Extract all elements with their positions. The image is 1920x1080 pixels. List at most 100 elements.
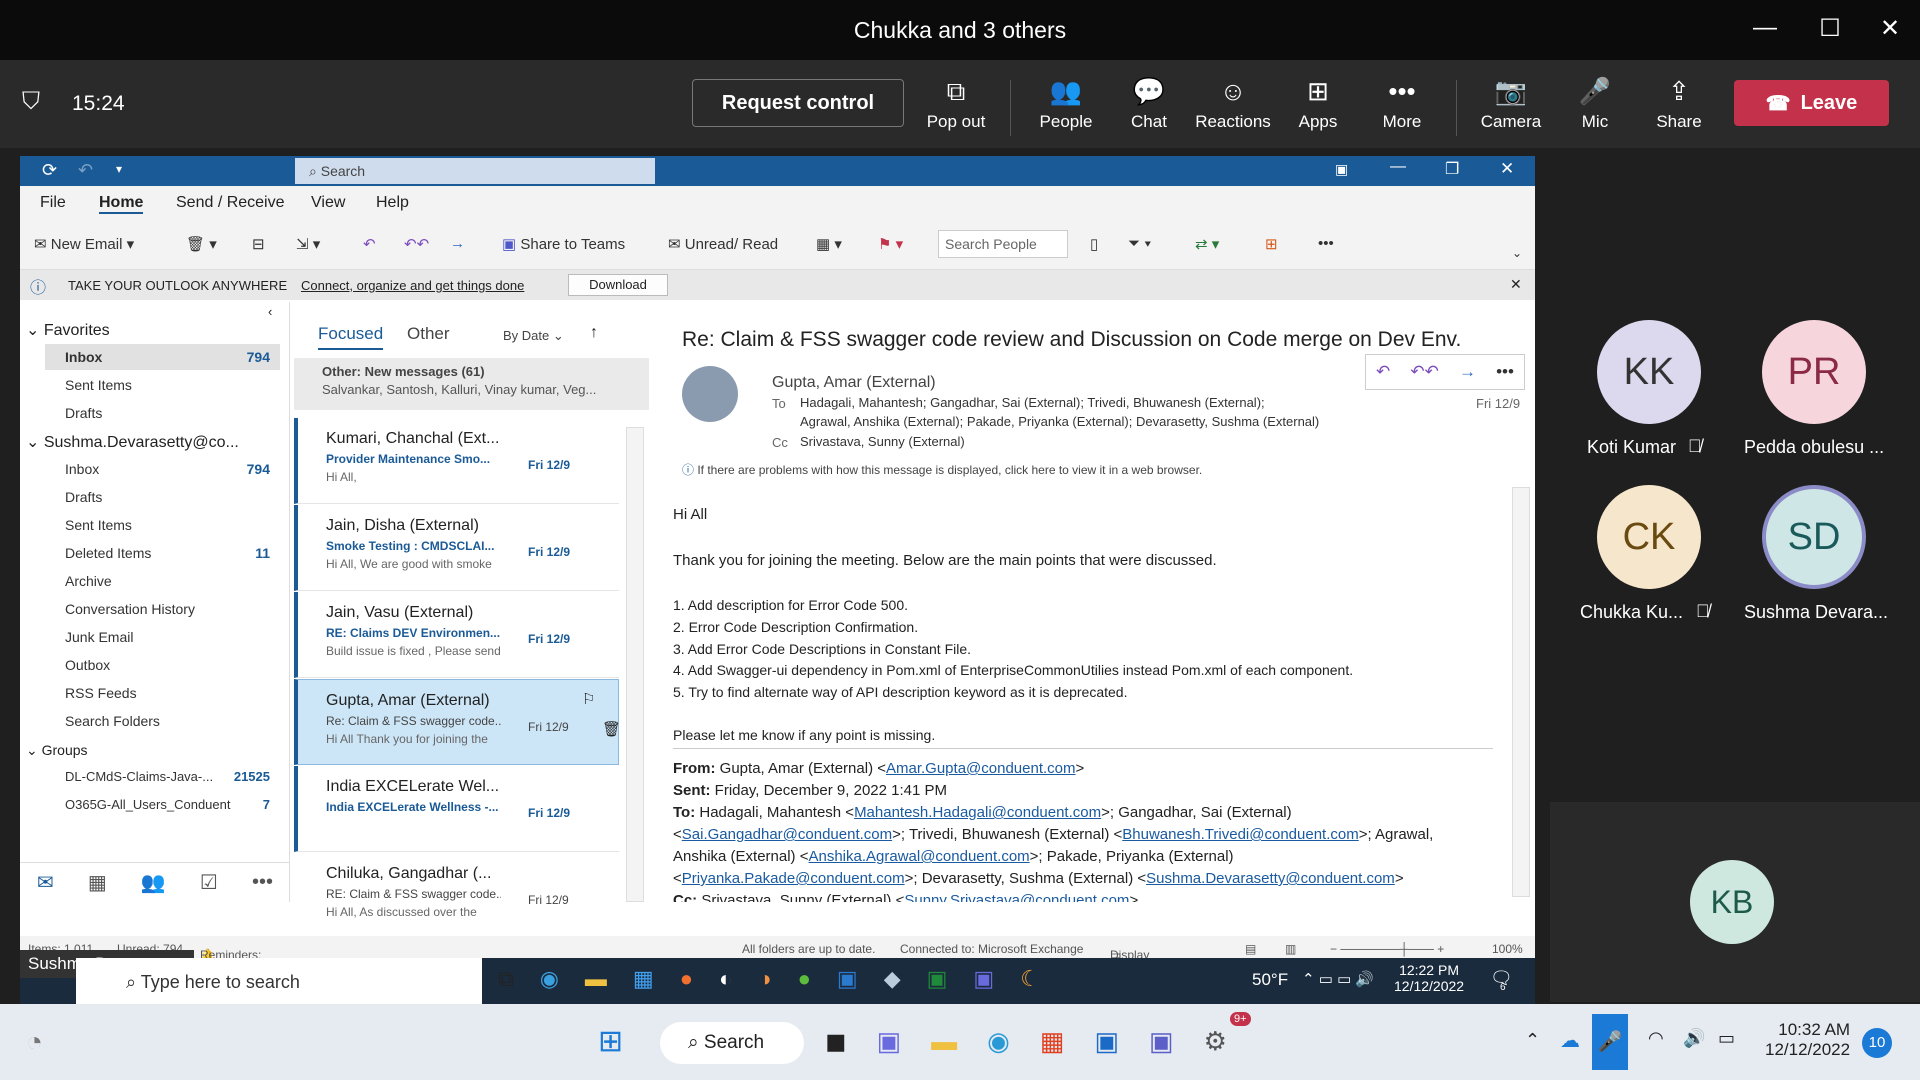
postman-icon[interactable]: ● bbox=[680, 966, 693, 992]
customize-icon[interactable]: ▾ bbox=[116, 162, 122, 176]
account-header[interactable]: ⌄ Sushma.Devarasetty@co... bbox=[26, 432, 239, 452]
message-item[interactable]: Jain, Vasu (External) RE: Claims DEV Envi… bbox=[294, 592, 619, 678]
download-button[interactable]: Download bbox=[568, 274, 668, 296]
more-icon[interactable]: ••• bbox=[1496, 362, 1514, 382]
message-item[interactable]: Kumari, Chanchal (Ext... Provider Mainten… bbox=[294, 418, 619, 504]
outlook-search-input[interactable]: ⌕ Search bbox=[295, 158, 655, 184]
undo-icon[interactable]: ↶ bbox=[78, 160, 93, 181]
local-clock[interactable]: 10:32 AM 12/12/2022 bbox=[1765, 1020, 1850, 1060]
request-control-button[interactable]: Request control bbox=[692, 79, 904, 127]
excel-icon[interactable]: ▣ bbox=[927, 966, 948, 992]
settings-icon[interactable]: ⚙ bbox=[1204, 1026, 1227, 1057]
favorites-header[interactable]: ⌄ Favorites bbox=[26, 320, 110, 340]
app-icon[interactable]: ● bbox=[798, 966, 811, 992]
share-to-teams-button[interactable]: ▣ Share to Teams bbox=[502, 235, 625, 253]
more-icon[interactable]: ••• bbox=[1318, 235, 1334, 252]
close-icon[interactable]: ✕ bbox=[1510, 276, 1522, 293]
self-avatar[interactable]: KB bbox=[1690, 860, 1774, 944]
weather[interactable]: 50°F bbox=[1252, 970, 1288, 990]
folder-inbox-favorite[interactable]: Inbox 794 bbox=[45, 344, 280, 370]
leave-button[interactable]: ☎ Leave bbox=[1734, 80, 1889, 126]
folder-icon[interactable]: ▬ bbox=[931, 1026, 957, 1057]
volume-icon[interactable]: 🔊 bbox=[1683, 1028, 1705, 1049]
app-icon[interactable]: ◑ bbox=[758, 966, 771, 992]
other-new-messages[interactable]: Other: New messages (61) Salvankar, Sant… bbox=[294, 358, 649, 410]
start-icon[interactable]: ⊞ bbox=[598, 1024, 623, 1059]
onedrive-icon[interactable]: ☁ bbox=[1560, 1028, 1580, 1053]
new-email-button[interactable]: ✉ New Email ▾ bbox=[34, 235, 134, 253]
tab-other[interactable]: Other bbox=[407, 324, 450, 344]
addins-icon[interactable]: ⊞ bbox=[1265, 235, 1278, 253]
folder-drafts[interactable]: Drafts bbox=[45, 484, 280, 510]
maximize-icon[interactable]: ☐ bbox=[1815, 14, 1845, 43]
apps-button[interactable]: ⊞ Apps bbox=[1278, 74, 1358, 132]
reactions-button[interactable]: ☺ Reactions bbox=[1193, 74, 1273, 132]
meet-icon[interactable]: ▣ bbox=[877, 1026, 902, 1057]
group-item[interactable]: DL-CMdS-Claims-Java-... 21525 bbox=[45, 764, 280, 790]
menu-view[interactable]: View bbox=[311, 194, 345, 212]
sort-direction-icon[interactable]: ↑ bbox=[590, 324, 598, 342]
flag-icon[interactable]: ⚑ ▾ bbox=[878, 235, 903, 253]
sender-name[interactable]: Gupta, Amar (External) bbox=[772, 374, 936, 392]
avatar[interactable]: PR bbox=[1762, 320, 1866, 424]
message-item[interactable]: India EXCELerate Wel... India EXCELerate … bbox=[294, 766, 619, 852]
edge-icon[interactable]: ◉ bbox=[987, 1026, 1010, 1057]
unread-read-button[interactable]: ✉ Unread/ Read bbox=[668, 235, 778, 253]
reply-all-icon[interactable]: ↶↶ bbox=[404, 235, 429, 253]
wifi-icon[interactable]: ◠ bbox=[1648, 1028, 1664, 1049]
more-icon[interactable]: ••• bbox=[252, 871, 273, 894]
filter-icon[interactable]: ⏷ ▾ bbox=[1128, 235, 1152, 252]
close-icon[interactable]: ✕ bbox=[1500, 159, 1514, 179]
menu-send-receive[interactable]: Send / Receive bbox=[176, 194, 285, 212]
mic-active-icon[interactable]: 🎤 bbox=[1592, 1014, 1628, 1070]
menu-file[interactable]: File bbox=[40, 194, 66, 212]
task-view-icon[interactable]: ◼ bbox=[825, 1026, 847, 1057]
minimize-icon[interactable]: — bbox=[1750, 14, 1780, 42]
app-icon[interactable]: ◐ bbox=[719, 966, 732, 992]
avatar[interactable]: CK bbox=[1597, 485, 1701, 589]
notification-badge[interactable]: 10 bbox=[1862, 1028, 1892, 1058]
address-book-icon[interactable]: ▯ bbox=[1090, 235, 1098, 253]
tasks-icon[interactable]: ☑ bbox=[200, 870, 218, 895]
categorize-icon[interactable]: ▦ ▾ bbox=[816, 235, 842, 253]
chevron-up-icon[interactable]: ⌃ bbox=[1525, 1030, 1540, 1051]
folder-rss[interactable]: RSS Feeds bbox=[45, 680, 280, 706]
delete-icon[interactable]: 🗑 ▾ bbox=[186, 235, 217, 253]
task-view-icon[interactable]: ⧉ bbox=[498, 966, 514, 992]
avatar[interactable]: SD bbox=[1762, 485, 1866, 589]
display-notice[interactable]: ⓘ If there are problems with how this me… bbox=[682, 461, 1202, 478]
folder-sent[interactable]: Sent Items bbox=[45, 512, 280, 538]
people-icon[interactable]: 👥 bbox=[141, 870, 166, 895]
sender-avatar[interactable] bbox=[682, 366, 738, 422]
chat-button[interactable]: 💬 Chat bbox=[1109, 74, 1189, 132]
delete-icon[interactable]: 🗑 bbox=[602, 720, 621, 738]
groups-header[interactable]: ⌄ Groups bbox=[26, 742, 88, 759]
tab-focused[interactable]: Focused bbox=[318, 324, 384, 350]
search-people-input[interactable]: Search People bbox=[938, 230, 1068, 258]
remote-clock[interactable]: 12:22 PM 12/12/2022 bbox=[1394, 962, 1464, 994]
translate-icon[interactable]: ⇄ ▾ bbox=[1195, 235, 1219, 253]
folder-sent-favorite[interactable]: Sent Items bbox=[45, 372, 280, 398]
battery-icon[interactable]: ▭ bbox=[1718, 1028, 1735, 1049]
folder-search[interactable]: Search Folders bbox=[45, 708, 280, 734]
archive-icon[interactable]: ⊟ bbox=[252, 235, 265, 253]
teams-icon[interactable]: ▣ bbox=[973, 966, 994, 992]
folder-conversation-history[interactable]: Conversation History bbox=[45, 596, 280, 622]
reply-icon[interactable]: ↶ bbox=[1376, 362, 1390, 382]
collapse-ribbon-icon[interactable]: ⌄ bbox=[1512, 246, 1522, 260]
forward-icon[interactable]: → bbox=[450, 235, 465, 252]
scrollbar[interactable] bbox=[626, 427, 644, 902]
folder-archive[interactable]: Archive bbox=[45, 568, 280, 594]
menu-help[interactable]: Help bbox=[376, 194, 409, 212]
info-link[interactable]: Connect, organize and get things done bbox=[301, 278, 524, 293]
more-button[interactable]: ••• More bbox=[1362, 74, 1442, 132]
flag-icon[interactable]: ⚐ bbox=[582, 690, 595, 708]
folder-junk[interactable]: Junk Email bbox=[45, 624, 280, 650]
message-item-selected[interactable]: Gupta, Amar (External) Re: Claim & FSS sw… bbox=[294, 679, 621, 765]
outlook-icon[interactable]: ▣ bbox=[837, 966, 858, 992]
reply-icon[interactable]: ↶ bbox=[363, 235, 376, 253]
folder-deleted[interactable]: Deleted Items 11 bbox=[45, 540, 280, 566]
folder-inbox[interactable]: Inbox 794 bbox=[45, 456, 280, 482]
normal-view-icon[interactable]: ▤ bbox=[1245, 942, 1256, 956]
remote-search-input[interactable]: ⌕ Type here to search bbox=[76, 958, 482, 1004]
